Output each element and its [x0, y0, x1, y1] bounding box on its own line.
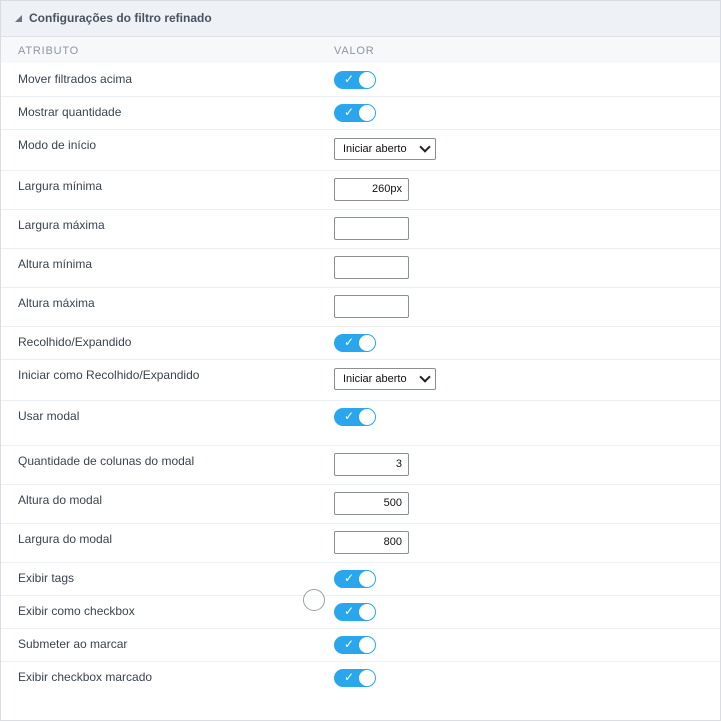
setting-row: Recolhido/Expandido ✓: [1, 326, 720, 360]
column-attribute: ATRIBUTO: [18, 45, 79, 57]
panel-title: Configurações do filtro refinado: [29, 11, 212, 25]
setting-row: Altura mínima: [1, 248, 720, 288]
setting-row: Altura do modal 500: [1, 484, 720, 524]
chevron-down-icon: [419, 371, 431, 383]
setting-row: Usar modal ✓: [1, 400, 720, 446]
setting-row: Exibir tags ✓: [1, 562, 720, 596]
check-icon: ✓: [344, 409, 355, 423]
cursor-indicator-icon: [303, 589, 325, 611]
setting-label: Usar modal: [18, 409, 80, 423]
modal-columns-input[interactable]: 3: [334, 453, 409, 476]
check-icon: ✓: [344, 105, 355, 119]
setting-row: Mover filtrados acima ✓: [1, 63, 720, 97]
setting-row: Submeter ao marcar ✓: [1, 628, 720, 662]
toggle-knob: [359, 409, 375, 425]
show-as-checkbox-toggle[interactable]: ✓: [334, 603, 376, 621]
setting-label: Iniciar como Recolhido/Expandido: [18, 368, 200, 382]
modal-height-input[interactable]: 500: [334, 492, 409, 515]
setting-label: Recolhido/Expandido: [18, 335, 132, 349]
chevron-down-icon: [419, 141, 431, 153]
setting-label: Modo de início: [18, 138, 97, 152]
toggle-knob: [359, 637, 375, 653]
max-height-input[interactable]: [334, 295, 409, 318]
check-icon: ✓: [344, 670, 355, 684]
setting-label: Quantidade de colunas do modal: [18, 454, 195, 468]
column-value: VALOR: [334, 45, 375, 57]
setting-row: Largura do modal 800: [1, 523, 720, 563]
toggle-knob: [359, 105, 375, 121]
setting-row: Quantidade de colunas do modal 3: [1, 445, 720, 485]
toggle-knob: [359, 604, 375, 620]
setting-row: Exibir como checkbox ✓: [1, 595, 720, 629]
toggle-knob: [359, 72, 375, 88]
show-quantity-toggle[interactable]: ✓: [334, 104, 376, 122]
setting-row: Exibir checkbox marcado ✓: [1, 661, 720, 696]
setting-label: Mostrar quantidade: [18, 105, 122, 119]
modal-width-input[interactable]: 800: [334, 531, 409, 554]
setting-row: Largura mínima 260px: [1, 170, 720, 210]
max-width-input[interactable]: [334, 217, 409, 240]
setting-label: Submeter ao marcar: [18, 637, 128, 651]
toggle-knob: [359, 670, 375, 686]
check-icon: ✓: [344, 335, 355, 349]
column-header: ATRIBUTO VALOR: [1, 37, 720, 63]
setting-row: Iniciar como Recolhido/Expandido Iniciar…: [1, 359, 720, 401]
panel-header[interactable]: Configurações do filtro refinado: [1, 1, 720, 37]
setting-row: Mostrar quantidade ✓: [1, 96, 720, 130]
setting-label: Largura do modal: [18, 532, 113, 546]
check-icon: ✓: [344, 604, 355, 618]
setting-label: Exibir como checkbox: [18, 604, 135, 618]
toggle-knob: [359, 335, 375, 351]
select-value: Iniciar aberto: [343, 373, 407, 385]
setting-label: Exibir tags: [18, 571, 75, 585]
submit-on-check-toggle[interactable]: ✓: [334, 636, 376, 654]
min-height-input[interactable]: [334, 256, 409, 279]
setting-label: Altura mínima: [18, 257, 93, 271]
refined-filter-settings-panel: Configurações do filtro refinado ATRIBUT…: [0, 0, 721, 721]
start-mode-select[interactable]: Iniciar aberto: [334, 138, 436, 160]
setting-label: Largura máxima: [18, 218, 105, 232]
select-value: Iniciar aberto: [343, 143, 407, 155]
setting-row: Altura máxima: [1, 287, 720, 327]
setting-label: Altura do modal: [18, 493, 103, 507]
start-collapsed-expanded-select[interactable]: Iniciar aberto: [334, 368, 436, 390]
use-modal-toggle[interactable]: ✓: [334, 408, 376, 426]
caret-icon[interactable]: [15, 15, 22, 22]
check-icon: ✓: [344, 72, 355, 86]
collapsed-expanded-toggle[interactable]: ✓: [334, 334, 376, 352]
show-tags-toggle[interactable]: ✓: [334, 570, 376, 588]
move-filtered-up-toggle[interactable]: ✓: [334, 71, 376, 89]
setting-label: Altura máxima: [18, 296, 95, 310]
setting-label: Largura mínima: [18, 179, 103, 193]
setting-label: Exibir checkbox marcado: [18, 670, 153, 684]
toggle-knob: [359, 571, 375, 587]
setting-row: Largura máxima: [1, 209, 720, 249]
setting-row: Modo de início Iniciar aberto: [1, 129, 720, 171]
check-icon: ✓: [344, 571, 355, 585]
min-width-input[interactable]: 260px: [334, 178, 409, 201]
setting-label: Mover filtrados acima: [18, 72, 133, 86]
check-icon: ✓: [344, 637, 355, 651]
show-checked-checkbox-toggle[interactable]: ✓: [334, 669, 376, 687]
